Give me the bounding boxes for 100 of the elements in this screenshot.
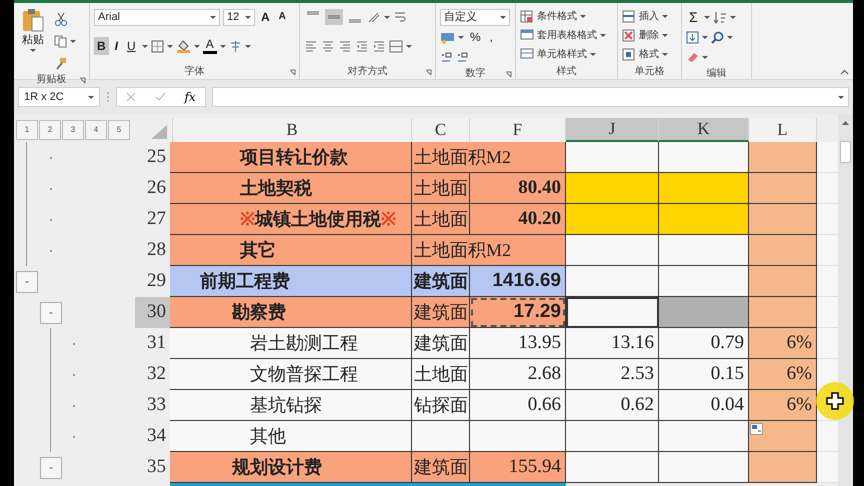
indent-icon[interactable] bbox=[372, 39, 386, 53]
dialog-launcher-icon[interactable] bbox=[79, 77, 86, 84]
outline-level-button[interactable]: 2 bbox=[39, 120, 61, 140]
search-icon[interactable] bbox=[711, 30, 724, 44]
ribbon-button[interactable]: 删除 bbox=[622, 27, 677, 44]
fill-color-icon[interactable] bbox=[176, 39, 191, 53]
check-icon[interactable] bbox=[154, 92, 166, 102]
font-color-button[interactable]: A bbox=[202, 38, 217, 54]
caret-icon[interactable] bbox=[384, 16, 390, 18]
paste-options-icon[interactable] bbox=[750, 423, 763, 435]
collapse-button[interactable]: - bbox=[40, 302, 62, 324]
outline-level-button[interactable]: 3 bbox=[62, 120, 84, 140]
column-header[interactable]: L bbox=[749, 118, 817, 142]
caret-icon[interactable] bbox=[142, 44, 148, 48]
dialog-launcher-icon[interactable] bbox=[505, 71, 512, 78]
comma-button[interactable]: , bbox=[486, 28, 496, 46]
outline-level-button[interactable]: 5 bbox=[108, 120, 130, 140]
number-format-field[interactable]: 自定义 bbox=[440, 8, 510, 26]
align-right-icon[interactable] bbox=[338, 39, 352, 53]
currency-icon[interactable] bbox=[440, 30, 455, 44]
column-header[interactable]: C bbox=[412, 118, 470, 142]
collapse-button[interactable]: - bbox=[40, 456, 62, 478]
align-center-icon[interactable] bbox=[321, 39, 335, 53]
caret-icon[interactable] bbox=[244, 44, 251, 48]
caret-icon[interactable] bbox=[245, 16, 251, 18]
column-header[interactable]: K bbox=[659, 118, 749, 142]
ribbon-button[interactable]: 插入 bbox=[622, 8, 677, 25]
row-header[interactable]: 34 bbox=[135, 421, 170, 452]
row-header[interactable]: 28 bbox=[135, 235, 170, 266]
orientation-icon[interactable] bbox=[367, 10, 381, 24]
caret-icon[interactable] bbox=[88, 96, 94, 98]
underline-button[interactable]: U bbox=[124, 37, 139, 55]
column-header[interactable]: F bbox=[470, 118, 566, 142]
autosum-button[interactable]: Σ bbox=[686, 8, 701, 26]
caret-icon[interactable] bbox=[194, 44, 200, 48]
row-header[interactable]: 31 bbox=[135, 328, 170, 359]
borders-icon[interactable] bbox=[150, 40, 164, 52]
dialog-launcher-icon[interactable] bbox=[289, 69, 296, 76]
fill-down-icon[interactable] bbox=[686, 30, 699, 44]
column-header[interactable]: J bbox=[566, 118, 659, 142]
align-left-icon[interactable] bbox=[304, 39, 318, 53]
row-header[interactable]: 29 bbox=[135, 266, 170, 297]
merge-cells-icon[interactable] bbox=[389, 40, 403, 52]
outline-level-button[interactable]: 4 bbox=[85, 120, 107, 140]
grow-font-button[interactable]: A bbox=[258, 8, 273, 26]
shrink-font-button[interactable]: A bbox=[276, 8, 289, 26]
caret-icon[interactable] bbox=[702, 36, 708, 38]
insert-function-button[interactable]: fx bbox=[184, 88, 196, 106]
percent-button[interactable]: % bbox=[467, 28, 484, 46]
row-header[interactable]: 32 bbox=[135, 359, 170, 390]
font-size-field[interactable]: 12 bbox=[223, 8, 255, 26]
caret-icon[interactable] bbox=[500, 16, 506, 18]
dialog-launcher-icon[interactable] bbox=[425, 69, 432, 76]
row-header[interactable]: 30 bbox=[135, 297, 170, 328]
scroll-thumb[interactable] bbox=[840, 141, 851, 163]
cursor-icon bbox=[815, 381, 855, 421]
table-cell: 建筑面 bbox=[412, 266, 470, 297]
column-header[interactable]: B bbox=[173, 118, 412, 142]
row-header[interactable]: 25 bbox=[135, 142, 170, 173]
ribbon-button[interactable]: 格式 bbox=[622, 46, 677, 63]
scroll-up-icon[interactable] bbox=[842, 120, 849, 125]
sort-icon[interactable] bbox=[712, 10, 727, 24]
phonetic-icon[interactable] bbox=[228, 40, 242, 52]
row-header[interactable]: 33 bbox=[135, 390, 170, 421]
collapse-button[interactable]: - bbox=[16, 270, 38, 292]
font-name-field[interactable]: Arial bbox=[94, 8, 220, 26]
bold-button[interactable]: B bbox=[94, 37, 109, 55]
row-header[interactable]: 27 bbox=[135, 204, 170, 235]
italic-button[interactable]: I bbox=[112, 37, 122, 55]
paste-button[interactable]: 粘贴 bbox=[18, 8, 48, 58]
caret-icon[interactable] bbox=[166, 44, 173, 48]
scissors-icon[interactable] bbox=[54, 12, 68, 26]
row-header[interactable]: 35 bbox=[135, 452, 170, 483]
decrease-decimal-icon[interactable] bbox=[456, 50, 469, 64]
caret-icon[interactable] bbox=[727, 36, 733, 38]
ribbon-button[interactable]: 单元格样式 bbox=[520, 46, 613, 63]
wrap-text-icon[interactable] bbox=[393, 10, 407, 24]
name-box[interactable]: 1R x 2C bbox=[18, 87, 100, 107]
outline-level-button[interactable]: 1 bbox=[16, 120, 38, 140]
row-header[interactable]: 26 bbox=[135, 173, 170, 204]
caret-icon[interactable] bbox=[70, 40, 76, 42]
align-middle-icon[interactable] bbox=[325, 9, 343, 25]
ribbon-button[interactable]: 套用表格格式 bbox=[520, 27, 613, 44]
caret-icon[interactable] bbox=[458, 36, 464, 38]
caret-icon[interactable] bbox=[220, 44, 226, 48]
caret-icon[interactable] bbox=[406, 44, 412, 48]
caret-icon[interactable] bbox=[210, 16, 216, 18]
ribbon-button[interactable]: 条件格式 bbox=[520, 8, 613, 25]
brush-icon[interactable] bbox=[54, 56, 67, 70]
formula-input[interactable] bbox=[212, 87, 849, 107]
caret-icon[interactable] bbox=[730, 16, 736, 18]
scrollbar[interactable] bbox=[838, 114, 853, 486]
caret-icon[interactable] bbox=[838, 96, 844, 98]
outdent-icon[interactable] bbox=[355, 39, 369, 53]
increase-decimal-icon[interactable] bbox=[440, 50, 453, 64]
copy-icon[interactable] bbox=[54, 34, 67, 48]
caret-icon[interactable] bbox=[702, 56, 708, 58]
caret-icon[interactable] bbox=[30, 49, 36, 52]
caret-icon[interactable] bbox=[704, 16, 710, 18]
collapse-ribbon-icon[interactable] bbox=[840, 69, 849, 75]
